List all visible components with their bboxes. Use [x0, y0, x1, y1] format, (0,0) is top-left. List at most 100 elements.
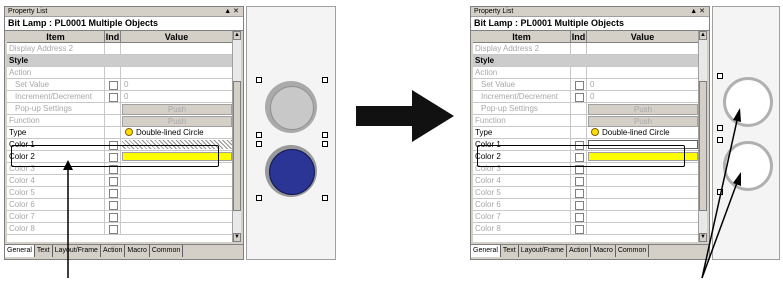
ind-checkbox[interactable]	[109, 225, 118, 234]
row-label: Action	[473, 67, 571, 79]
vertical-scrollbar[interactable]: ▲ ▼	[698, 31, 707, 242]
bit-lamp-grey[interactable]	[270, 86, 314, 130]
property-table: Item Ind Value Display Address 2 Style A…	[473, 31, 699, 242]
row-style-section[interactable]: Style	[473, 55, 699, 67]
row-label: Color 4	[473, 175, 571, 187]
row-color-8[interactable]: Color 8	[7, 223, 233, 235]
row-value: 0	[590, 80, 595, 89]
tab-macro[interactable]: Macro	[125, 245, 150, 257]
row-color-5[interactable]: Color 5	[7, 187, 233, 199]
row-display-address-2[interactable]: Display Address 2	[7, 43, 233, 55]
scroll-up-icon[interactable]: ▲	[699, 31, 707, 40]
resize-handle[interactable]	[256, 141, 262, 147]
scroll-down-icon[interactable]: ▼	[233, 233, 241, 242]
tab-general[interactable]: General	[5, 245, 35, 257]
ind-checkbox[interactable]	[575, 177, 584, 186]
row-color-6[interactable]: Color 6	[473, 199, 699, 211]
popup-settings-button[interactable]: Push	[122, 104, 232, 115]
row-label: Display Address 2	[7, 43, 105, 55]
scroll-thumb[interactable]	[699, 81, 707, 211]
vertical-scrollbar[interactable]: ▲ ▼	[232, 31, 241, 242]
tab-general[interactable]: General	[471, 245, 501, 257]
type-value: Double-lined Circle	[136, 128, 204, 137]
row-popup-settings[interactable]: Pop-up Settings Push	[7, 103, 233, 115]
row-type[interactable]: Type Double-lined Circle	[473, 127, 699, 139]
row-display-address-2[interactable]: Display Address 2	[473, 43, 699, 55]
ind-checkbox[interactable]	[575, 201, 584, 210]
resize-handle[interactable]	[322, 132, 328, 138]
row-action-section[interactable]: Action	[473, 67, 699, 79]
row-function[interactable]: Function Push	[473, 115, 699, 127]
tab-common[interactable]: Common	[150, 245, 184, 257]
row-popup-settings[interactable]: Pop-up Settings Push	[473, 103, 699, 115]
row-action-section[interactable]: Action	[7, 67, 233, 79]
row-color-8[interactable]: Color 8	[473, 223, 699, 235]
resize-handle[interactable]	[322, 141, 328, 147]
ind-checkbox[interactable]	[109, 213, 118, 222]
ind-checkbox[interactable]	[109, 201, 118, 210]
function-button[interactable]: Push	[122, 116, 232, 127]
ind-checkbox[interactable]	[575, 189, 584, 198]
row-color-4[interactable]: Color 4	[473, 175, 699, 187]
row-color-6[interactable]: Color 6	[7, 199, 233, 211]
resize-handle[interactable]	[256, 195, 262, 201]
row-style-section[interactable]: Style	[7, 55, 233, 67]
ind-checkbox[interactable]	[109, 81, 118, 90]
panel-title: Property List	[474, 8, 514, 15]
row-type[interactable]: Type Double-lined Circle	[7, 127, 233, 139]
resize-handle[interactable]	[717, 125, 723, 131]
function-button[interactable]: Push	[588, 116, 698, 127]
tab-text[interactable]: Text	[501, 245, 519, 257]
ind-checkbox[interactable]	[575, 93, 584, 102]
row-label: Pop-up Settings	[7, 103, 105, 115]
ind-checkbox[interactable]	[109, 93, 118, 102]
resize-handle[interactable]	[256, 132, 262, 138]
ind-checkbox[interactable]	[575, 213, 584, 222]
section-label: Style	[475, 56, 495, 65]
property-table: Item Ind Value Display Address 2 Style A…	[7, 31, 233, 242]
row-color-7[interactable]: Color 7	[473, 211, 699, 223]
row-label: Color 6	[473, 199, 571, 211]
scroll-up-icon[interactable]: ▲	[233, 31, 241, 40]
popup-settings-button[interactable]: Push	[588, 104, 698, 115]
row-label: Color 5	[473, 187, 571, 199]
row-set-value[interactable]: Set Value 0	[7, 79, 233, 91]
bit-lamp-white[interactable]	[723, 141, 773, 191]
transition-arrow-icon	[356, 90, 454, 142]
row-color-7[interactable]: Color 7	[7, 211, 233, 223]
row-increment-decrement[interactable]: Increment/Decrement 0	[473, 91, 699, 103]
tab-text[interactable]: Text	[35, 245, 53, 257]
tab-layout-frame[interactable]: Layout/Frame	[53, 245, 101, 257]
bit-lamp-white[interactable]	[723, 77, 773, 127]
ind-checkbox[interactable]	[575, 225, 584, 234]
resize-handle[interactable]	[717, 137, 723, 143]
tab-common[interactable]: Common	[616, 245, 650, 257]
row-color-4[interactable]: Color 4	[7, 175, 233, 187]
resize-handle[interactable]	[322, 195, 328, 201]
scroll-thumb[interactable]	[233, 81, 241, 211]
row-function[interactable]: Function Push	[7, 115, 233, 127]
row-label: Type	[473, 127, 571, 139]
ind-checkbox[interactable]	[109, 189, 118, 198]
row-label: Set Value	[7, 79, 105, 91]
tab-action[interactable]: Action	[101, 245, 126, 257]
tab-action[interactable]: Action	[567, 245, 592, 257]
ind-checkbox[interactable]	[109, 177, 118, 186]
row-increment-decrement[interactable]: Increment/Decrement 0	[7, 91, 233, 103]
bit-lamp-blue[interactable]	[269, 149, 315, 195]
resize-handle[interactable]	[717, 189, 723, 195]
row-set-value[interactable]: Set Value 0	[473, 79, 699, 91]
row-label: Color 7	[473, 211, 571, 223]
tab-layout-frame[interactable]: Layout/Frame	[519, 245, 567, 257]
resize-handle[interactable]	[322, 77, 328, 83]
column-value: Value	[121, 31, 233, 43]
highlight-box	[477, 145, 685, 167]
resize-handle[interactable]	[717, 73, 723, 79]
ind-checkbox[interactable]	[575, 81, 584, 90]
resize-handle[interactable]	[256, 77, 262, 83]
scroll-down-icon[interactable]: ▼	[699, 233, 707, 242]
tab-macro[interactable]: Macro	[591, 245, 616, 257]
titlebar-buttons[interactable]: ▲ ✕	[690, 7, 705, 16]
row-color-5[interactable]: Color 5	[473, 187, 699, 199]
titlebar-buttons[interactable]: ▲ ✕	[224, 7, 239, 16]
